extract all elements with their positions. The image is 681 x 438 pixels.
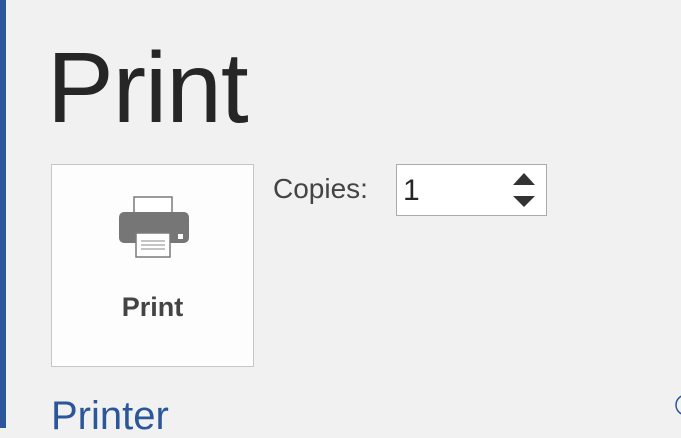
print-button[interactable]: Print <box>51 164 254 367</box>
spin-down-icon[interactable] <box>512 193 536 211</box>
printer-section-heading: Printer <box>51 394 169 438</box>
page-title: Print <box>47 32 249 144</box>
copies-value[interactable]: 1 <box>403 174 420 208</box>
printer-icon <box>119 196 189 258</box>
spin-up-icon[interactable] <box>512 170 536 188</box>
backstage-accent-bar <box>0 0 6 428</box>
copies-stepper[interactable]: 1 <box>396 164 547 216</box>
print-button-label: Print <box>121 292 184 322</box>
info-icon[interactable] <box>672 392 681 418</box>
copies-label: Copies: <box>273 173 368 204</box>
